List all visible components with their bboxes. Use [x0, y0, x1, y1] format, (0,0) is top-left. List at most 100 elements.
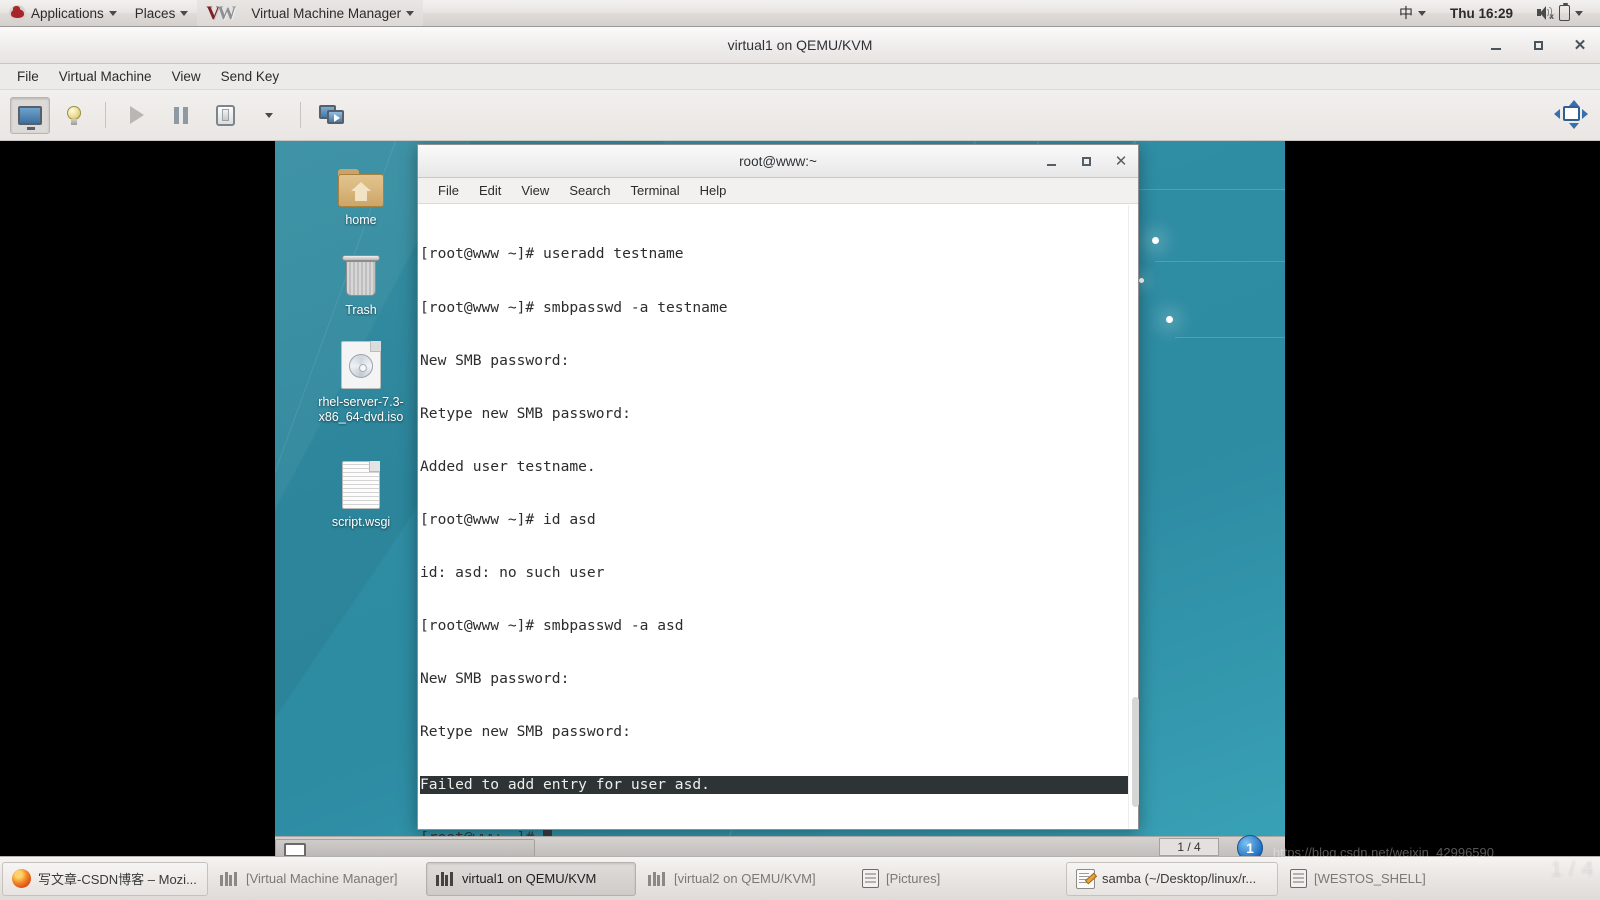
- terminal-scrollbar-thumb[interactable]: [1132, 697, 1139, 807]
- taskbar-item-virtual1[interactable]: virtual1 on QEMU/KVM: [426, 861, 636, 896]
- terminal-menu-search[interactable]: Search: [559, 180, 620, 201]
- shutdown-dropdown-icon[interactable]: [249, 97, 289, 134]
- taskbar-item-firefox[interactable]: 写文章-CSDN博客 – Mozi...: [2, 861, 208, 896]
- vmm-menubar: File Virtual Machine View Send Key: [0, 64, 1600, 90]
- terminal-titlebar: root@www:~ ✕: [418, 145, 1138, 178]
- taskbar-item-label: [Virtual Machine Manager]: [246, 871, 398, 886]
- desktop-icon-label: script.wsgi: [331, 515, 391, 529]
- chevron-down-icon: [406, 10, 415, 16]
- toolbar-separator: [300, 102, 301, 128]
- guest-workspace-button[interactable]: 1: [1237, 835, 1263, 856]
- battery-icon: [1559, 2, 1570, 21]
- input-method-indicator[interactable]: 中: [1390, 0, 1435, 26]
- active-application-label: Virtual Machine Manager: [251, 5, 402, 21]
- taskbar-item-pictures[interactable]: [Pictures]: [852, 862, 1064, 896]
- virtual-machine-manager-icon: VW: [206, 2, 237, 24]
- taskbar-item-vmm[interactable]: [Virtual Machine Manager]: [210, 862, 424, 896]
- vmm-window-title: virtual1 on QEMU/KVM: [727, 37, 873, 53]
- wallpaper-line: [1155, 261, 1285, 262]
- terminal-body[interactable]: [root@www ~]# useradd testname [root@www…: [418, 205, 1139, 846]
- taskbar-item-virtual2[interactable]: [virtual2 on QEMU/KVM]: [638, 862, 850, 896]
- close-button[interactable]: ✕: [1572, 38, 1588, 54]
- trash-icon: [305, 249, 417, 297]
- run-icon: [117, 97, 157, 134]
- desktop-icon-home[interactable]: home: [305, 159, 417, 228]
- panel-left-group: Applications Places VW Virtual Machine M…: [0, 0, 424, 26]
- pause-icon[interactable]: [161, 97, 201, 134]
- volume-muted-icon: x: [1537, 6, 1554, 21]
- gnome-top-panel: Applications Places VW Virtual Machine M…: [0, 0, 1600, 27]
- desktop-icon-label: rhel-server-7.3-x86_64-dvd.iso: [318, 395, 404, 424]
- terminal-line: New SMB password:: [420, 670, 1128, 688]
- toolbar-separator: [105, 102, 106, 128]
- desktop-icon-iso[interactable]: rhel-server-7.3-x86_64-dvd.iso: [305, 341, 417, 425]
- terminal-line: [root@www ~]# smbpasswd -a testname: [420, 299, 1128, 317]
- terminal-line-text: Added user testname.: [420, 457, 596, 475]
- applications-menu-label: Applications: [31, 5, 104, 21]
- terminal-line-text: New SMB password:: [420, 351, 570, 369]
- terminal-minimize-button[interactable]: [1044, 155, 1058, 169]
- terminal-maximize-button[interactable]: [1079, 155, 1093, 169]
- terminal-line: [root@www ~]# useradd testname: [420, 245, 1128, 263]
- terminal-menu-file[interactable]: File: [428, 180, 469, 201]
- chevron-down-icon: [1417, 10, 1426, 16]
- chevron-down-icon: [108, 10, 117, 16]
- show-details-icon[interactable]: [54, 97, 94, 134]
- desktop-icon-trash[interactable]: Trash: [305, 249, 417, 318]
- terminal-menu-terminal[interactable]: Terminal: [621, 180, 690, 201]
- terminal-close-button[interactable]: ✕: [1114, 154, 1128, 169]
- terminal-line-text: [root@www ~]# useradd testname: [420, 245, 684, 263]
- terminal-line-text: [root@www ~]# smbpasswd -a testname: [420, 298, 728, 316]
- vm-console-viewport[interactable]: home Trash rhel-server-7.3-x86_64-dvd.is…: [275, 141, 1285, 856]
- menu-view[interactable]: View: [163, 66, 210, 87]
- minimize-button[interactable]: [1488, 38, 1504, 54]
- fullscreen-icon[interactable]: [1554, 100, 1588, 130]
- guest-taskbar: 1 / 4 1: [275, 835, 1285, 856]
- files-icon: [862, 869, 879, 888]
- terminal-window-controls: ✕: [1044, 145, 1128, 178]
- vmm-icon: [220, 871, 239, 886]
- taskbar-item-samba[interactable]: samba (~/Desktop/linux/r...: [1066, 861, 1278, 896]
- show-console-icon[interactable]: [10, 96, 50, 134]
- terminal-line-text: Retype new SMB password:: [420, 723, 631, 741]
- active-application-menu[interactable]: VW Virtual Machine Manager: [197, 0, 424, 26]
- desktop-icon-wsgi[interactable]: script.wsgi: [305, 461, 417, 530]
- gedit-icon: [1076, 868, 1095, 889]
- terminal-line: Added user testname.: [420, 458, 1128, 476]
- vmm-icon: [648, 871, 667, 886]
- vmm-icon: [436, 871, 455, 886]
- folder-home-icon: [305, 159, 417, 207]
- terminal-line: New SMB password:: [420, 352, 1128, 370]
- terminal-window[interactable]: root@www:~ ✕ File Edit View Search Termi…: [417, 144, 1139, 846]
- terminal-menu-edit[interactable]: Edit: [469, 180, 511, 201]
- shutdown-icon[interactable]: [205, 97, 245, 134]
- places-menu[interactable]: Places: [126, 0, 198, 26]
- terminal-menu-help[interactable]: Help: [690, 180, 737, 201]
- terminal-output[interactable]: [root@www ~]# useradd testname [root@www…: [418, 205, 1128, 846]
- menu-send-key[interactable]: Send Key: [212, 66, 289, 87]
- terminal-line-text: Failed to add entry for user asd.: [420, 776, 1128, 795]
- terminal-scrollbar[interactable]: [1128, 205, 1139, 829]
- clock[interactable]: Thu 16:29: [1435, 0, 1528, 26]
- desktop-icon-label: home: [345, 213, 377, 227]
- wallpaper-glow-dot: [1139, 278, 1144, 283]
- terminal-line-text: [root@www ~]# smbpasswd -a asd: [420, 617, 684, 635]
- guest-workspace-indicator[interactable]: 1 / 4: [1159, 838, 1219, 856]
- maximize-button[interactable]: [1530, 38, 1546, 54]
- menu-virtual-machine[interactable]: Virtual Machine: [50, 66, 161, 87]
- terminal-line: Retype new SMB password:: [420, 405, 1128, 423]
- system-status-area[interactable]: x: [1528, 0, 1592, 26]
- taskbar-item-westos-shell[interactable]: [WESTOS_SHELL]: [1280, 862, 1492, 896]
- terminal-window-title: root@www:~: [739, 153, 817, 169]
- taskbar-item-label: [virtual2 on QEMU/KVM]: [674, 871, 816, 886]
- guest-task-button-terminal[interactable]: [275, 839, 535, 856]
- applications-menu[interactable]: Applications: [0, 0, 126, 26]
- viewport-left-fill: [0, 141, 275, 856]
- terminal-menu-view[interactable]: View: [511, 180, 559, 201]
- taskbar-item-label: [Pictures]: [886, 871, 941, 886]
- terminal-line-highlighted: Failed to add entry for user asd.: [420, 776, 1128, 795]
- menu-file[interactable]: File: [8, 66, 48, 87]
- taskbar-item-label: 写文章-CSDN博客 – Mozi...: [38, 872, 197, 887]
- terminal-line-text: Retype new SMB password:: [420, 404, 631, 422]
- snapshots-icon[interactable]: [312, 97, 352, 134]
